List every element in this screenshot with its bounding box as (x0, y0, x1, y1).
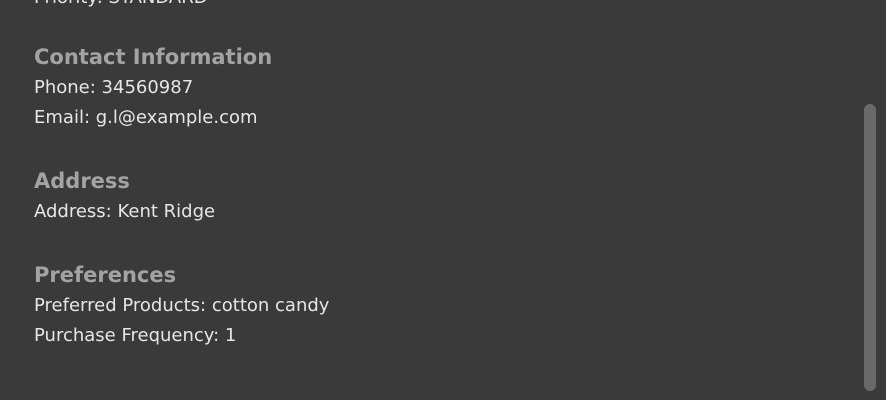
address-section: Address Address: Kent Ridge (34, 167, 846, 227)
address-section-title: Address (34, 169, 130, 193)
preferences-section-title: Preferences (34, 263, 177, 287)
purchase-frequency-field: Purchase Frequency: 1 (34, 325, 237, 346)
details-content: Priority: STANDARD Contact Information P… (34, 0, 846, 351)
vertical-scrollbar[interactable] (864, 0, 878, 400)
preferred-products-field: Preferred Products: cotton candy (34, 295, 330, 316)
phone-field: Phone: 34560987 (34, 77, 194, 98)
email-field: Email: g.l@example.com (34, 107, 258, 128)
priority-field: Priority: STANDARD (34, 0, 846, 10)
contact-section: Contact Information Phone: 34560987 Emai… (34, 43, 846, 133)
address-field: Address: Kent Ridge (34, 201, 216, 222)
contact-section-title: Contact Information (34, 45, 273, 69)
customer-details-panel: Priority: STANDARD Contact Information P… (0, 0, 886, 400)
preferences-section: Preferences Preferred Products: cotton c… (34, 261, 846, 351)
scrollbar-thumb[interactable] (864, 104, 876, 391)
